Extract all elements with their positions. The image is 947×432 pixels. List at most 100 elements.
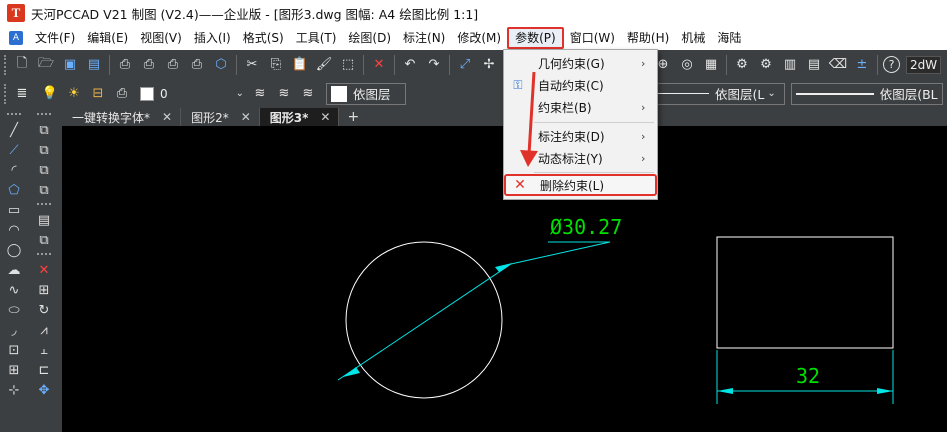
move-icon[interactable]: ⊞: [35, 281, 53, 299]
polygon-icon[interactable]: ⬠: [5, 181, 23, 199]
stretch-icon[interactable]: ⫠: [35, 341, 53, 359]
menu-view[interactable]: 视图(V): [134, 27, 188, 49]
diameter-text[interactable]: Ø30.27: [550, 215, 622, 239]
menu-tools[interactable]: 工具(T): [290, 27, 343, 49]
match-properties-icon[interactable]: 🖌: [314, 55, 334, 75]
construction-line-icon[interactable]: ⟋: [5, 141, 23, 159]
erase-icon[interactable]: ✕: [35, 261, 53, 279]
redo-icon[interactable]: ↷: [424, 55, 444, 75]
copy-icon[interactable]: ⎘: [266, 55, 286, 75]
menu-edit[interactable]: 编辑(E): [81, 27, 134, 49]
layer-toolbar: ≣ 💡 ☀ ⊟ ⎙ 0 ⌄ ≋ ≋ ≋ 依图层 依图层(L ⌄ 依图层(BL: [0, 79, 947, 108]
delete-icon[interactable]: ✕: [369, 55, 389, 75]
menu-insert[interactable]: 插入(I): [188, 27, 237, 49]
plus-minus-icon[interactable]: ±: [852, 55, 872, 75]
tab-drawing3[interactable]: 图形3* ✕: [259, 108, 340, 126]
rectangle-icon[interactable]: ▭: [5, 201, 23, 219]
color-dropdown[interactable]: 依图层: [326, 82, 406, 105]
drawn-circle[interactable]: [345, 241, 503, 399]
toolbar-grip[interactable]: [7, 113, 21, 117]
add-tab-icon[interactable]: +: [339, 108, 367, 126]
pick-icon[interactable]: ⤢: [455, 55, 475, 75]
settings-icon[interactable]: ⚙: [732, 55, 752, 75]
options-icon[interactable]: ⚙: [756, 55, 776, 75]
make-current-layer-icon[interactable]: ≋: [250, 84, 270, 104]
3d-cube-icon[interactable]: ⬡: [211, 55, 231, 75]
toolbar-grip[interactable]: [37, 253, 51, 257]
tab-font-convert[interactable]: 一键转换字体* ✕: [62, 108, 182, 126]
menu-dimension[interactable]: 标注(N): [397, 27, 451, 49]
arc-3pt-icon[interactable]: ◠: [5, 221, 23, 239]
ellipse-icon[interactable]: ⬭: [5, 301, 23, 319]
view-mode-button[interactable]: 2dW: [906, 55, 942, 74]
annotation-arrowhead: [520, 150, 538, 167]
close-icon[interactable]: ✕: [162, 110, 172, 124]
trim-icon[interactable]: ⊏: [35, 361, 53, 379]
insert-block-icon[interactable]: ⊡: [5, 341, 23, 359]
pan-icon[interactable]: ✥: [35, 381, 53, 399]
width-dimension-text[interactable]: 32: [796, 364, 820, 388]
layer-dropdown[interactable]: 💡 ☀ ⊟ ⎙ 0 ⌄: [38, 83, 248, 104]
print-icon[interactable]: ⎙: [115, 55, 135, 75]
toolbar-grip[interactable]: [37, 203, 51, 207]
spline-icon[interactable]: ∿: [5, 281, 23, 299]
menu-modify[interactable]: 修改(M): [451, 27, 507, 49]
osnap-icon[interactable]: ✢: [479, 55, 499, 75]
cut-icon[interactable]: ✂: [242, 55, 262, 75]
block-editor-icon[interactable]: ⬚: [338, 55, 358, 75]
mirror-icon[interactable]: ⧉: [35, 141, 53, 159]
scale-icon[interactable]: ⩘: [35, 321, 53, 339]
array-icon[interactable]: ⧉: [35, 181, 53, 199]
menu-hailu[interactable]: 海陆: [711, 27, 747, 49]
save-as-icon[interactable]: ▤: [84, 55, 104, 75]
circle-icon[interactable]: ◯: [5, 241, 23, 259]
make-block-icon[interactable]: ⊞: [5, 361, 23, 379]
plot-icon[interactable]: ⎙: [163, 55, 183, 75]
lineweight-dropdown[interactable]: 依图层(BL: [790, 82, 943, 105]
close-icon[interactable]: ✕: [241, 110, 251, 124]
tab-drawing2[interactable]: 图形2* ✕: [181, 108, 260, 126]
mtext-icon[interactable]: ⧉: [35, 231, 53, 249]
menu-mechanical[interactable]: 机械: [675, 27, 711, 49]
offset-icon[interactable]: ⧉: [35, 161, 53, 179]
menu-file[interactable]: 文件(F): [29, 27, 81, 49]
point-icon[interactable]: ⊹: [5, 381, 23, 399]
print-preview-icon[interactable]: ⎙: [139, 55, 159, 75]
layer-previous-icon[interactable]: ≋: [274, 84, 294, 104]
menu-parameters[interactable]: 参数(P): [507, 27, 564, 49]
diameter-dimension-line[interactable]: [337, 263, 512, 381]
menu-window[interactable]: 窗口(W): [564, 27, 621, 49]
revision-cloud-icon[interactable]: ☁: [5, 261, 23, 279]
toolbar-grip[interactable]: [4, 83, 6, 104]
layer-match-icon[interactable]: ≋: [298, 84, 318, 104]
toolbar-grip[interactable]: [4, 54, 6, 75]
rotate-icon[interactable]: ↻: [35, 301, 53, 319]
menu-item-delete-constraint[interactable]: ✕ 删除约束(L): [504, 174, 657, 196]
paste-icon[interactable]: 📋: [290, 55, 310, 75]
drawn-rectangle[interactable]: [716, 236, 894, 349]
menu-help[interactable]: 帮助(H): [621, 27, 675, 49]
named-views-icon[interactable]: ▦: [701, 55, 721, 75]
save-icon[interactable]: ▣: [60, 55, 80, 75]
menu-draw[interactable]: 绘图(D): [342, 27, 397, 49]
plot-layer-icon: ⎙: [116, 86, 128, 101]
new-file-icon[interactable]: 🗋: [12, 55, 32, 75]
layer-manager-icon[interactable]: ≣: [12, 84, 32, 104]
menu-format[interactable]: 格式(S): [237, 27, 290, 49]
toolbar-grip[interactable]: [37, 113, 51, 117]
publish-icon[interactable]: ⎙: [187, 55, 207, 75]
copy-object-icon[interactable]: ⧉: [35, 121, 53, 139]
arc-icon[interactable]: ◜: [5, 161, 23, 179]
properties-icon[interactable]: ▤: [804, 55, 824, 75]
text-icon[interactable]: ▤: [35, 211, 53, 229]
line-icon[interactable]: ╱: [5, 121, 23, 139]
calculator-icon[interactable]: ▥: [780, 55, 800, 75]
document-icon[interactable]: A: [9, 31, 23, 45]
open-file-icon[interactable]: 🗁: [36, 55, 56, 75]
undo-icon[interactable]: ↶: [400, 55, 420, 75]
close-icon[interactable]: ✕: [320, 110, 330, 124]
zoom-extents-icon[interactable]: ◎: [677, 55, 697, 75]
eraser-icon[interactable]: ⌫: [828, 55, 848, 75]
help-icon[interactable]: ?: [883, 56, 900, 73]
ellipse-arc-icon[interactable]: ◞: [5, 321, 23, 339]
